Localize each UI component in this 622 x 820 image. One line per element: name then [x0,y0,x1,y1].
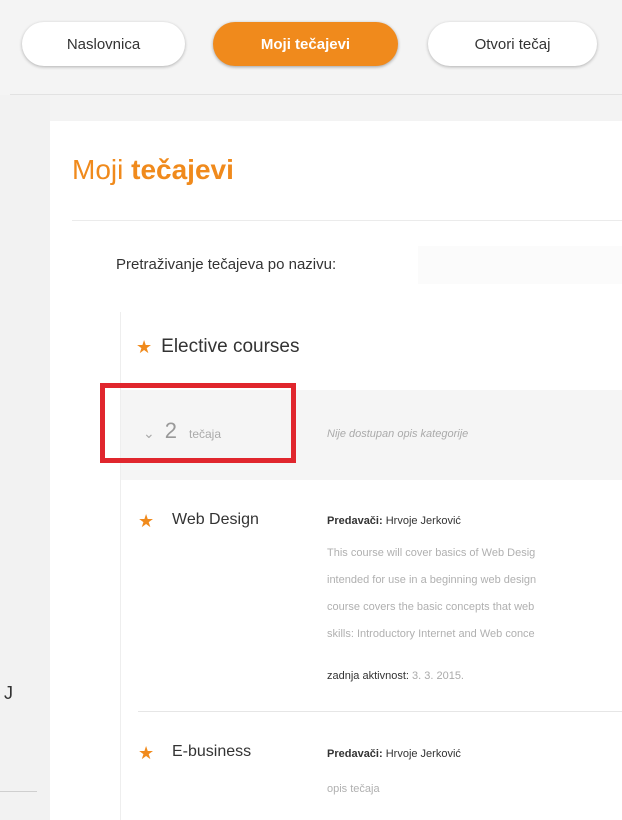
lecturers-name: Hrvoje Jerković [385,748,461,760]
star-icon: ★ [138,743,155,763]
course-lecturers: Predavači: Hrvoje Jerković [327,748,461,760]
lecturers-label: Predavači: [327,515,383,527]
course-description-line: This course will cover basics of Web Des… [327,547,536,559]
tab-moji-tecajevi[interactable]: Moji tečajevi [213,22,398,66]
top-navigation-bar: Naslovnica Moji tečajevi Otvori tečaj [0,0,622,95]
course-description-line: intended for use in a beginning web desi… [327,574,537,586]
lecturers-label: Predavači: [327,748,383,760]
lecturers-name: Hrvoje Jerković [385,515,461,527]
course-description-line: opis tečaja [327,783,380,795]
sidebar-text-fragment: J [4,683,13,703]
course-name-e-business[interactable]: E-business [172,743,251,761]
course-description-line: skills: Introductory Internet and Web co… [327,628,535,640]
activity-label: zadnja aktivnost: [327,670,409,682]
course-description-line: course covers the basic concepts that we… [327,601,535,613]
page-title: Moji tečajevi [72,154,234,186]
course-lecturers: Predavači: Hrvoje Jerković [327,515,461,527]
search-label: Pretraživanje tečajeva po nazivu: [116,256,337,273]
category-name: Elective courses [161,336,300,357]
course-last-activity: zadnja aktivnost: 3. 3. 2015. [327,670,464,682]
page-title-light: Moji [72,154,124,185]
activity-date: 3. 3. 2015. [412,670,464,682]
page-title-bold: tečajevi [131,154,234,185]
search-input[interactable] [418,246,622,284]
star-icon: ★ [138,511,155,531]
category-header[interactable]: ★ Elective courses [136,336,299,358]
left-sidebar [0,95,50,820]
title-divider [72,220,622,221]
tab-otvori-tecaj[interactable]: Otvori tečaj [428,22,597,66]
tab-naslovnica[interactable]: Naslovnica [22,22,185,66]
topbar-divider [10,94,622,95]
category-description: Nije dostupan opis kategorije [327,428,469,440]
course-name-web-design[interactable]: Web Design [172,511,259,529]
course-divider [138,711,622,712]
star-icon: ★ [136,337,153,357]
highlight-box [100,383,296,463]
sidebar-divider [0,791,37,792]
